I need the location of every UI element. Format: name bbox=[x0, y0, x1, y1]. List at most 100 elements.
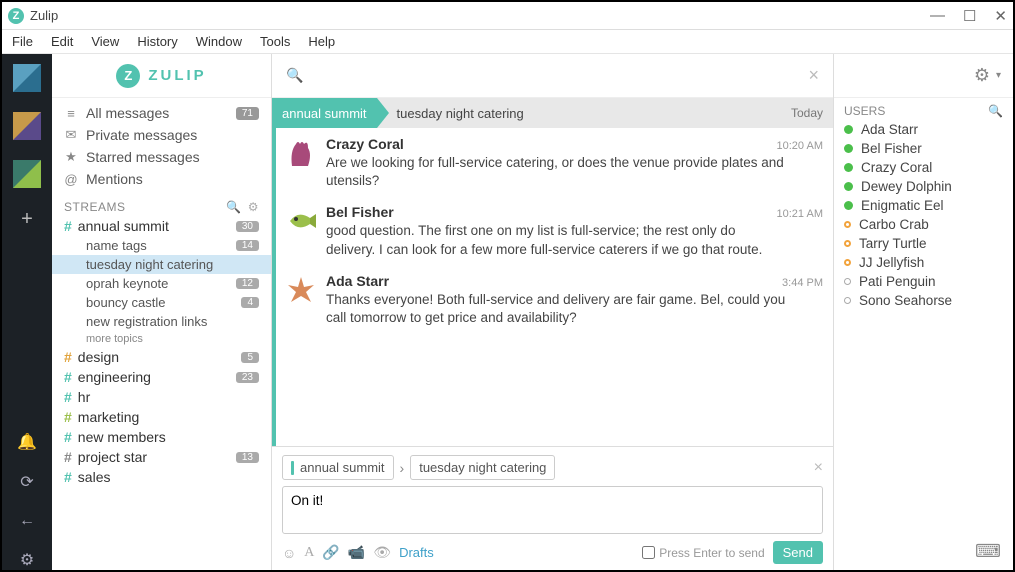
menu-file[interactable]: File bbox=[12, 34, 33, 49]
maximize-button[interactable]: ☐ bbox=[963, 7, 976, 25]
breadcrumb-topic[interactable]: tuesday night catering bbox=[377, 106, 524, 121]
stream-project-star[interactable]: #project star13 bbox=[52, 447, 271, 467]
user-enigmatic-eel[interactable]: Enigmatic Eel bbox=[834, 196, 1013, 215]
stream-design[interactable]: #design5 bbox=[52, 347, 271, 367]
topic-bouncy-castle[interactable]: bouncy castle4 bbox=[52, 293, 271, 312]
user-pati-penguin[interactable]: Pati Penguin bbox=[834, 272, 1013, 291]
org-tile-2[interactable] bbox=[13, 112, 41, 140]
nav-private-messages[interactable]: ✉Private messages bbox=[52, 124, 271, 146]
presence-dot bbox=[844, 259, 851, 266]
center-pane: 🔍 × annual summit tuesday night catering… bbox=[272, 54, 833, 570]
video-icon[interactable]: 📹 bbox=[348, 544, 365, 561]
back-icon[interactable]: ← bbox=[19, 512, 35, 530]
org-tile-1[interactable] bbox=[13, 64, 41, 92]
drafts-link[interactable]: Drafts bbox=[399, 545, 434, 560]
sender-name[interactable]: Bel Fisher bbox=[326, 204, 394, 220]
sender-name[interactable]: Crazy Coral bbox=[326, 136, 404, 152]
user-bel-fisher[interactable]: Bel Fisher bbox=[834, 139, 1013, 158]
press-enter-checkbox[interactable] bbox=[642, 546, 655, 559]
search-icon: 🔍 bbox=[286, 67, 303, 84]
compose-textarea[interactable] bbox=[282, 486, 823, 534]
users-header: USERS bbox=[844, 104, 885, 118]
star-icon: ★ bbox=[64, 149, 78, 165]
gear-icon[interactable]: ⚙ bbox=[974, 65, 990, 86]
topic-oprah-keynote[interactable]: oprah keynote12 bbox=[52, 274, 271, 293]
message: Crazy Coral10:20 AMAre we looking for fu… bbox=[276, 128, 833, 196]
badge: 30 bbox=[236, 221, 259, 232]
brand-text: ZULIP bbox=[148, 67, 206, 84]
close-button[interactable]: ✕ bbox=[994, 7, 1007, 25]
menu-tools[interactable]: Tools bbox=[260, 34, 290, 49]
topic-new-registration-links[interactable]: new registration links bbox=[52, 312, 271, 331]
stream-hr[interactable]: #hr bbox=[52, 387, 271, 407]
nav-mentions[interactable]: @Mentions bbox=[52, 168, 271, 190]
search-clear-icon[interactable]: × bbox=[808, 65, 819, 86]
minimize-button[interactable]: — bbox=[930, 7, 945, 25]
search-bar[interactable]: 🔍 × bbox=[272, 54, 833, 98]
compose-box: annual summit › tuesday night catering ×… bbox=[272, 446, 833, 570]
user-tarry-turtle[interactable]: Tarry Turtle bbox=[834, 234, 1013, 253]
compose-stream[interactable]: annual summit bbox=[282, 455, 394, 480]
press-enter-label: Press Enter to send bbox=[659, 546, 764, 560]
user-ada-starr[interactable]: Ada Starr bbox=[834, 120, 1013, 139]
more-topics[interactable]: more topics bbox=[52, 331, 271, 347]
stream-marketing[interactable]: #marketing bbox=[52, 407, 271, 427]
sender-name[interactable]: Ada Starr bbox=[326, 273, 389, 289]
bell-icon[interactable]: 🔔 bbox=[17, 432, 37, 452]
settings-icon[interactable]: ⚙ bbox=[20, 550, 34, 570]
add-org-button[interactable]: + bbox=[21, 208, 33, 231]
message-body: Are we looking for full-service catering… bbox=[326, 152, 786, 190]
mail-icon: ✉ bbox=[64, 127, 78, 143]
format-icon[interactable]: A bbox=[304, 545, 314, 561]
org-tile-3[interactable] bbox=[13, 160, 41, 188]
compose-topic[interactable]: tuesday night catering bbox=[410, 455, 555, 480]
emoji-icon[interactable]: ☺ bbox=[282, 545, 296, 561]
avatar bbox=[284, 204, 318, 238]
user-crazy-coral[interactable]: Crazy Coral bbox=[834, 158, 1013, 177]
topic-tuesday-night-catering[interactable]: tuesday night catering bbox=[52, 255, 271, 274]
user-carbo-crab[interactable]: Carbo Crab bbox=[834, 215, 1013, 234]
menu-view[interactable]: View bbox=[91, 34, 119, 49]
chevron-down-icon[interactable]: ▾ bbox=[996, 70, 1001, 81]
stream-new-members[interactable]: #new members bbox=[52, 427, 271, 447]
topic-name-tags[interactable]: name tags14 bbox=[52, 236, 271, 255]
stream-sales[interactable]: #sales bbox=[52, 467, 271, 487]
menu-help[interactable]: Help bbox=[308, 34, 335, 49]
hash-icon: # bbox=[64, 349, 72, 365]
message-body: Thanks everyone! Both full-service and d… bbox=[326, 289, 786, 327]
user-dewey-dolphin[interactable]: Dewey Dolphin bbox=[834, 177, 1013, 196]
badge: 13 bbox=[236, 452, 259, 463]
send-button[interactable]: Send bbox=[773, 541, 823, 564]
users-search-icon[interactable]: 🔍 bbox=[988, 104, 1003, 118]
streams-header: STREAMS bbox=[64, 200, 126, 214]
avatar bbox=[284, 273, 318, 307]
nav-starred-messages[interactable]: ★Starred messages bbox=[52, 146, 271, 168]
menu-history[interactable]: History bbox=[137, 34, 177, 49]
avatar bbox=[284, 136, 318, 170]
hash-icon: # bbox=[64, 389, 72, 405]
message: Bel Fisher10:21 AMgood question. The fir… bbox=[276, 196, 833, 264]
presence-dot bbox=[844, 182, 853, 191]
hash-icon: # bbox=[64, 218, 72, 234]
user-jj-jellyfish[interactable]: JJ Jellyfish bbox=[834, 253, 1013, 272]
preview-icon[interactable]: 👁 bbox=[373, 544, 391, 561]
streams-settings-icon[interactable]: ⚙ bbox=[248, 200, 259, 214]
org-rail: + 🔔 ⟳ ← ⚙ bbox=[2, 54, 52, 570]
attach-icon[interactable]: 🔗 bbox=[322, 544, 339, 561]
message: Ada Starr3:44 PMThanks everyone! Both fu… bbox=[276, 265, 833, 333]
stream-annual-summit[interactable]: #annual summit30 bbox=[52, 216, 271, 236]
align-icon: ≡ bbox=[64, 106, 78, 121]
presence-dot bbox=[844, 201, 853, 210]
keyboard-icon[interactable]: ⌨ bbox=[975, 541, 1001, 562]
streams-search-icon[interactable]: 🔍 bbox=[226, 200, 241, 214]
search-input[interactable] bbox=[311, 68, 808, 84]
stream-engineering[interactable]: #engineering23 bbox=[52, 367, 271, 387]
hash-icon: # bbox=[64, 409, 72, 425]
breadcrumb-stream[interactable]: annual summit bbox=[272, 98, 377, 128]
menu-edit[interactable]: Edit bbox=[51, 34, 73, 49]
compose-close-icon[interactable]: × bbox=[814, 459, 823, 477]
nav-all-messages[interactable]: ≡All messages71 bbox=[52, 102, 271, 124]
refresh-icon[interactable]: ⟳ bbox=[20, 472, 33, 492]
user-sono-seahorse[interactable]: Sono Seahorse bbox=[834, 291, 1013, 310]
menu-window[interactable]: Window bbox=[196, 34, 242, 49]
